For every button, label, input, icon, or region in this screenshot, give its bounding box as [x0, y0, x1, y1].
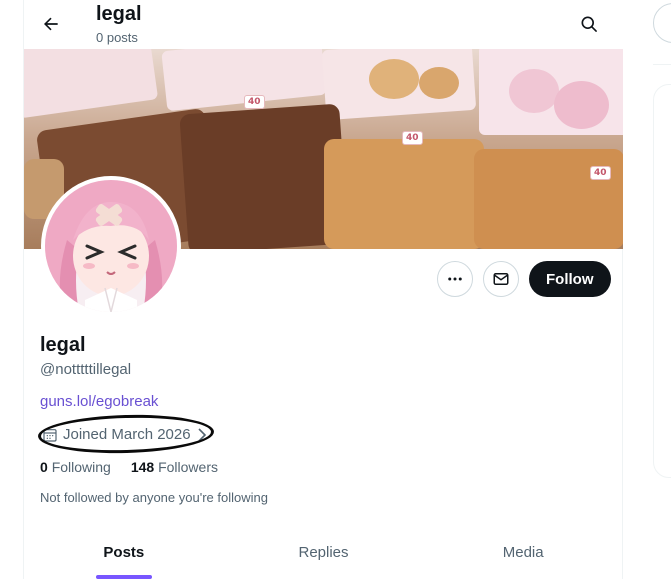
banner-price-tag: 40 [402, 131, 423, 145]
search-button[interactable] [574, 9, 604, 39]
back-button[interactable] [36, 9, 66, 39]
profile-handle: @notttttillegal [40, 361, 132, 378]
profile-website-link[interactable]: guns.lol/egobreak [40, 393, 158, 410]
following-label: Following [51, 459, 111, 475]
banner-price-tag: 40 [244, 95, 265, 109]
more-icon [448, 277, 462, 281]
tab-media[interactable]: Media [423, 528, 623, 579]
right-sidebar [653, 0, 671, 579]
mail-icon [493, 273, 509, 285]
header-post-count: 0 posts [96, 30, 138, 45]
banner-donut [554, 81, 609, 129]
top-bar: legal 0 posts [24, 0, 623, 49]
banner-tray [474, 149, 623, 249]
search-icon [581, 16, 597, 32]
sidebar-card [653, 84, 671, 478]
banner-donut [509, 69, 559, 113]
banner-price-tag: 40 [590, 166, 611, 180]
followers-stat[interactable]: 148 Followers [131, 459, 218, 475]
tab-label: Replies [298, 544, 349, 561]
annotation-circle [37, 412, 215, 456]
banner-donut [419, 67, 459, 99]
more-button[interactable] [437, 261, 473, 297]
profile-column: legal 0 posts 40 40 40 Follow legal @not… [23, 0, 623, 579]
profile-display-name: legal [40, 334, 86, 356]
profile-actions: Follow [437, 261, 611, 297]
tab-posts[interactable]: Posts [24, 528, 224, 579]
tab-label: Media [502, 544, 544, 561]
message-button[interactable] [483, 261, 519, 297]
followers-label: Followers [158, 459, 218, 475]
header-title: legal [96, 3, 142, 25]
banner-tray [324, 139, 484, 249]
sidebar-search-input[interactable] [653, 3, 671, 43]
not-followed-text: Not followed by anyone you're following [40, 490, 268, 505]
following-count: 0 [40, 459, 48, 475]
profile-tabs: Posts Replies Media [24, 528, 623, 579]
following-stat[interactable]: 0 Following [40, 459, 111, 475]
followers-count: 148 [130, 459, 155, 475]
follow-stats: 0 Following 148 Followers [40, 459, 218, 475]
tab-label: Posts [103, 544, 145, 561]
back-arrow-icon [44, 17, 58, 31]
banner-donut [369, 59, 419, 99]
tab-replies[interactable]: Replies [224, 528, 424, 579]
avatar-image [45, 180, 177, 312]
follow-button[interactable]: Follow [529, 261, 611, 297]
active-tab-indicator [95, 575, 152, 579]
sidebar-divider [653, 64, 671, 65]
avatar[interactable] [41, 176, 181, 316]
banner-tray [24, 49, 159, 119]
